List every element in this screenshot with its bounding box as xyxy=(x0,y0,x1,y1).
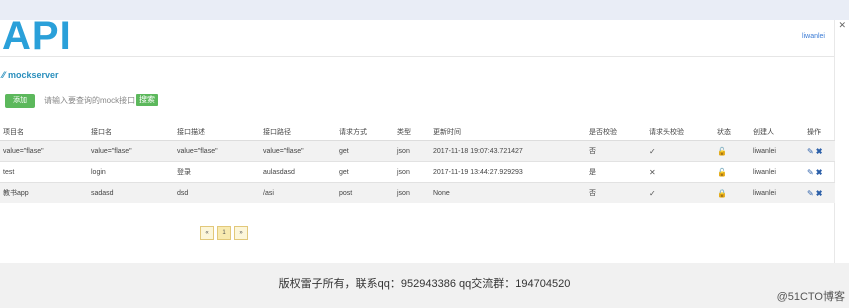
table-row: value="flase" value="flase" value="flase… xyxy=(0,140,835,162)
pagination-page[interactable]: 1 xyxy=(217,226,231,240)
pagination-prev[interactable]: « xyxy=(200,226,214,240)
cell-project: 教书app xyxy=(0,182,88,203)
cell-method: get xyxy=(336,161,394,183)
column-header[interactable]: 请求头校验 xyxy=(646,124,714,141)
cell-name: login xyxy=(88,161,174,183)
cell-check: 是 xyxy=(586,161,646,183)
cell-header-check: ✓ xyxy=(646,182,714,203)
pagination-next[interactable]: » xyxy=(234,226,248,240)
column-header[interactable]: 类型 xyxy=(394,124,430,141)
delete-icon[interactable]: ✖ xyxy=(816,168,823,177)
column-header[interactable]: 接口名 xyxy=(88,124,174,141)
top-bar xyxy=(0,0,849,20)
cell-project: test xyxy=(0,161,88,183)
breadcrumb-title: mockserver xyxy=(8,70,59,80)
cell-path-link[interactable]: aulasdasd xyxy=(260,161,336,183)
cell-method: post xyxy=(336,182,394,203)
cell-creator: liwanlei xyxy=(750,140,804,162)
close-icon[interactable]: ✕ xyxy=(838,20,846,31)
column-header[interactable]: 操作 xyxy=(804,124,835,141)
unlock-icon[interactable]: 🔓 xyxy=(717,168,727,177)
vertical-scrollbar[interactable] xyxy=(834,20,849,270)
search-input[interactable]: 请输入要查询的mock接口 xyxy=(44,94,136,107)
column-header[interactable]: 接口描述 xyxy=(174,124,260,141)
cell-type: json xyxy=(394,182,430,203)
cell-creator: liwanlei xyxy=(750,161,804,183)
cell-ops: ✎ ✖ xyxy=(804,161,835,183)
cell-project: value="flase" xyxy=(0,140,88,162)
search-button[interactable]: 搜索 xyxy=(136,94,158,106)
cell-check: 否 xyxy=(586,182,646,203)
add-button[interactable]: 添加 xyxy=(5,94,35,108)
cell-updated: None xyxy=(430,182,586,203)
unlock-icon[interactable]: 🔓 xyxy=(717,147,727,156)
column-header[interactable]: 更新时间 xyxy=(430,124,586,141)
cell-check: 否 xyxy=(586,140,646,162)
column-header[interactable]: 创建人 xyxy=(750,124,804,141)
watermark: @51CTO博客 xyxy=(776,291,845,303)
cell-updated: 2017-11-19 13:44:27.929293 xyxy=(430,161,586,183)
delete-icon[interactable]: ✖ xyxy=(816,189,823,198)
cell-name: sadasd xyxy=(88,182,174,203)
column-header[interactable]: 请求方式 xyxy=(336,124,394,141)
mock-table: 项目名 接口名 接口描述 接口路径 请求方式 类型 更新时间 是否校验 请求头校… xyxy=(0,124,835,203)
cell-status: 🔓 xyxy=(714,140,750,162)
table-row: test login 登录 aulasdasd get json 2017-11… xyxy=(0,161,835,183)
edit-icon[interactable]: ✎ xyxy=(807,189,814,198)
cell-desc: dsd xyxy=(174,182,260,203)
lock-icon[interactable]: 🔒 xyxy=(717,189,727,198)
table-row: 教书app sadasd dsd /asi post json None 否 ✓… xyxy=(0,182,835,203)
breadcrumb-separator: ⁄⁄ xyxy=(2,70,6,80)
column-header[interactable]: 项目名 xyxy=(0,124,88,141)
cell-desc: 登录 xyxy=(174,161,260,183)
column-header[interactable]: 接口路径 xyxy=(260,124,336,141)
edit-icon[interactable]: ✎ xyxy=(807,147,814,156)
footer-text: 版权雷子所有，联系qq：952943386 qq交流群：194704520 xyxy=(278,278,571,290)
cell-updated: 2017-11-18 19:07:43.721427 xyxy=(430,140,586,162)
cell-header-check: ✕ xyxy=(646,161,714,183)
user-link[interactable]: liwanlei xyxy=(802,33,825,40)
cell-ops: ✎ ✖ xyxy=(804,182,835,203)
check-icon: ✓ xyxy=(649,188,656,198)
cell-type: json xyxy=(394,161,430,183)
cell-status: 🔓 xyxy=(714,161,750,183)
cell-type: json xyxy=(394,140,430,162)
check-icon: ✓ xyxy=(649,146,656,156)
cell-desc: value="flase" xyxy=(174,140,260,162)
delete-icon[interactable]: ✖ xyxy=(816,147,823,156)
cell-method: get xyxy=(336,140,394,162)
column-header[interactable]: 是否校验 xyxy=(586,124,646,141)
app-logo: API xyxy=(2,14,72,58)
table-header: 项目名 接口名 接口描述 接口路径 请求方式 类型 更新时间 是否校验 请求头校… xyxy=(0,124,835,141)
cell-path-link[interactable]: /asi xyxy=(260,182,336,203)
pagination: « 1 » xyxy=(200,226,248,240)
footer: 版权雷子所有，联系qq：952943386 qq交流群：194704520 xyxy=(0,263,849,308)
column-header[interactable]: 状态 xyxy=(714,124,750,141)
breadcrumb: ⁄⁄ mockserver xyxy=(2,70,59,80)
edit-icon[interactable]: ✎ xyxy=(807,168,814,177)
header: API liwanlei xyxy=(0,14,835,58)
cell-path-link[interactable]: value="flase" xyxy=(260,140,336,162)
cell-name: value="flase" xyxy=(88,140,174,162)
cell-status: 🔒 xyxy=(714,182,750,203)
cell-ops: ✎ ✖ xyxy=(804,140,835,162)
cell-creator: liwanlei xyxy=(750,182,804,203)
cross-icon: ✕ xyxy=(649,167,656,177)
cell-header-check: ✓ xyxy=(646,140,714,162)
